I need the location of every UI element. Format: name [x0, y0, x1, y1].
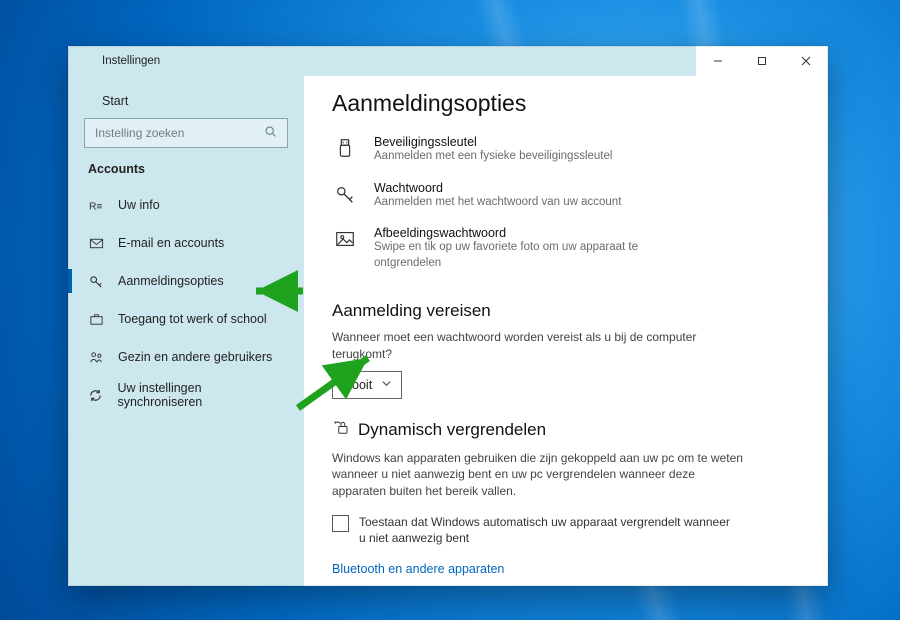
sidebar-item-label: Aanmeldingsopties [118, 274, 224, 288]
section-require-signin: Aanmelding vereisen [332, 301, 800, 321]
section-heading-text: Dynamisch vergrendelen [358, 420, 546, 440]
option-title: Beveiligingssleutel [374, 135, 612, 149]
sidebar-item-family[interactable]: Gezin en andere gebruikers [68, 338, 304, 376]
settings-window: Instellingen Start I [68, 46, 828, 586]
section-dynamic-lock: Dynamisch vergrendelen [332, 419, 800, 442]
option-sub: Aanmelden met een fysieke beveiligingssl… [374, 149, 612, 165]
key-icon [88, 274, 104, 289]
window-title: Instellingen [102, 55, 160, 67]
sidebar-item-label: Uw instellingen synchroniseren [117, 381, 284, 409]
picture-icon [332, 226, 358, 271]
option-sub: Swipe en tik op uw favoriete foto om uw … [374, 240, 694, 271]
key-icon [332, 181, 358, 211]
section-heading-text: Aanmelding vereisen [332, 301, 491, 321]
search-icon [264, 125, 277, 141]
briefcase-icon [88, 312, 104, 327]
option-title: Wachtwoord [374, 181, 621, 195]
close-button[interactable] [784, 46, 828, 76]
sidebar-item-label: E-mail en accounts [118, 236, 224, 250]
require-question: Wanneer moet een wachtwoord worden verei… [332, 329, 752, 363]
user-icon: R≡ [88, 198, 104, 213]
checkbox-label: Toestaan dat Windows automatisch uw appa… [359, 514, 732, 546]
option-title: Afbeeldingswachtwoord [374, 226, 694, 240]
sidebar-home[interactable]: Start [68, 88, 304, 118]
svg-text:R≡: R≡ [89, 201, 102, 212]
option-picture-password[interactable]: Afbeeldingswachtwoord Swipe en tik op uw… [332, 220, 800, 281]
sidebar-nav: R≡ Uw info E-mail en accounts Aanmelding… [68, 186, 304, 414]
maximize-button[interactable] [740, 46, 784, 76]
minimize-button[interactable] [696, 46, 740, 76]
dynamic-desc: Windows kan apparaten gebruiken die zijn… [332, 450, 752, 500]
search-input[interactable]: Instelling zoeken [84, 118, 288, 148]
sidebar-item-sync[interactable]: Uw instellingen synchroniseren [68, 376, 304, 414]
option-sub: Aanmelden met het wachtwoord van uw acco… [374, 195, 621, 211]
titlebar: Instellingen [68, 46, 828, 76]
sidebar-home-label: Start [102, 94, 128, 108]
dynamic-lock-checkbox-row[interactable]: Toestaan dat Windows automatisch uw appa… [332, 514, 732, 546]
content-pane: Aanmeldingsopties Beveiligingssleutel Aa… [304, 76, 828, 586]
bluetooth-link[interactable]: Bluetooth en andere apparaten [332, 562, 504, 576]
search-placeholder: Instelling zoeken [95, 126, 184, 140]
sidebar-item-email[interactable]: E-mail en accounts [68, 224, 304, 262]
sync-icon [88, 388, 103, 403]
require-dropdown[interactable]: Nooit [332, 371, 402, 399]
sidebar-item-work-school[interactable]: Toegang tot werk of school [68, 300, 304, 338]
sidebar-item-uw-info[interactable]: R≡ Uw info [68, 186, 304, 224]
usb-key-icon [332, 135, 358, 165]
dynamic-lock-icon [332, 419, 350, 442]
dropdown-value: Nooit [343, 378, 372, 392]
people-icon [88, 350, 104, 365]
sidebar-item-label: Uw info [118, 198, 160, 212]
chevron-down-icon [382, 379, 391, 391]
page-title: Aanmeldingsopties [332, 90, 800, 117]
sidebar-item-aanmeldingsopties[interactable]: Aanmeldingsopties [68, 262, 304, 300]
option-security-key[interactable]: Beveiligingssleutel Aanmelden met een fy… [332, 129, 800, 175]
mail-icon [88, 236, 104, 251]
sidebar: Start Instelling zoeken Accounts R≡ Uw i… [68, 76, 304, 586]
sidebar-item-label: Toegang tot werk of school [118, 312, 267, 326]
sidebar-item-label: Gezin en andere gebruikers [118, 350, 272, 364]
checkbox[interactable] [332, 515, 349, 532]
sidebar-group-heading: Accounts [68, 162, 304, 186]
option-password[interactable]: Wachtwoord Aanmelden met het wachtwoord … [332, 175, 800, 221]
